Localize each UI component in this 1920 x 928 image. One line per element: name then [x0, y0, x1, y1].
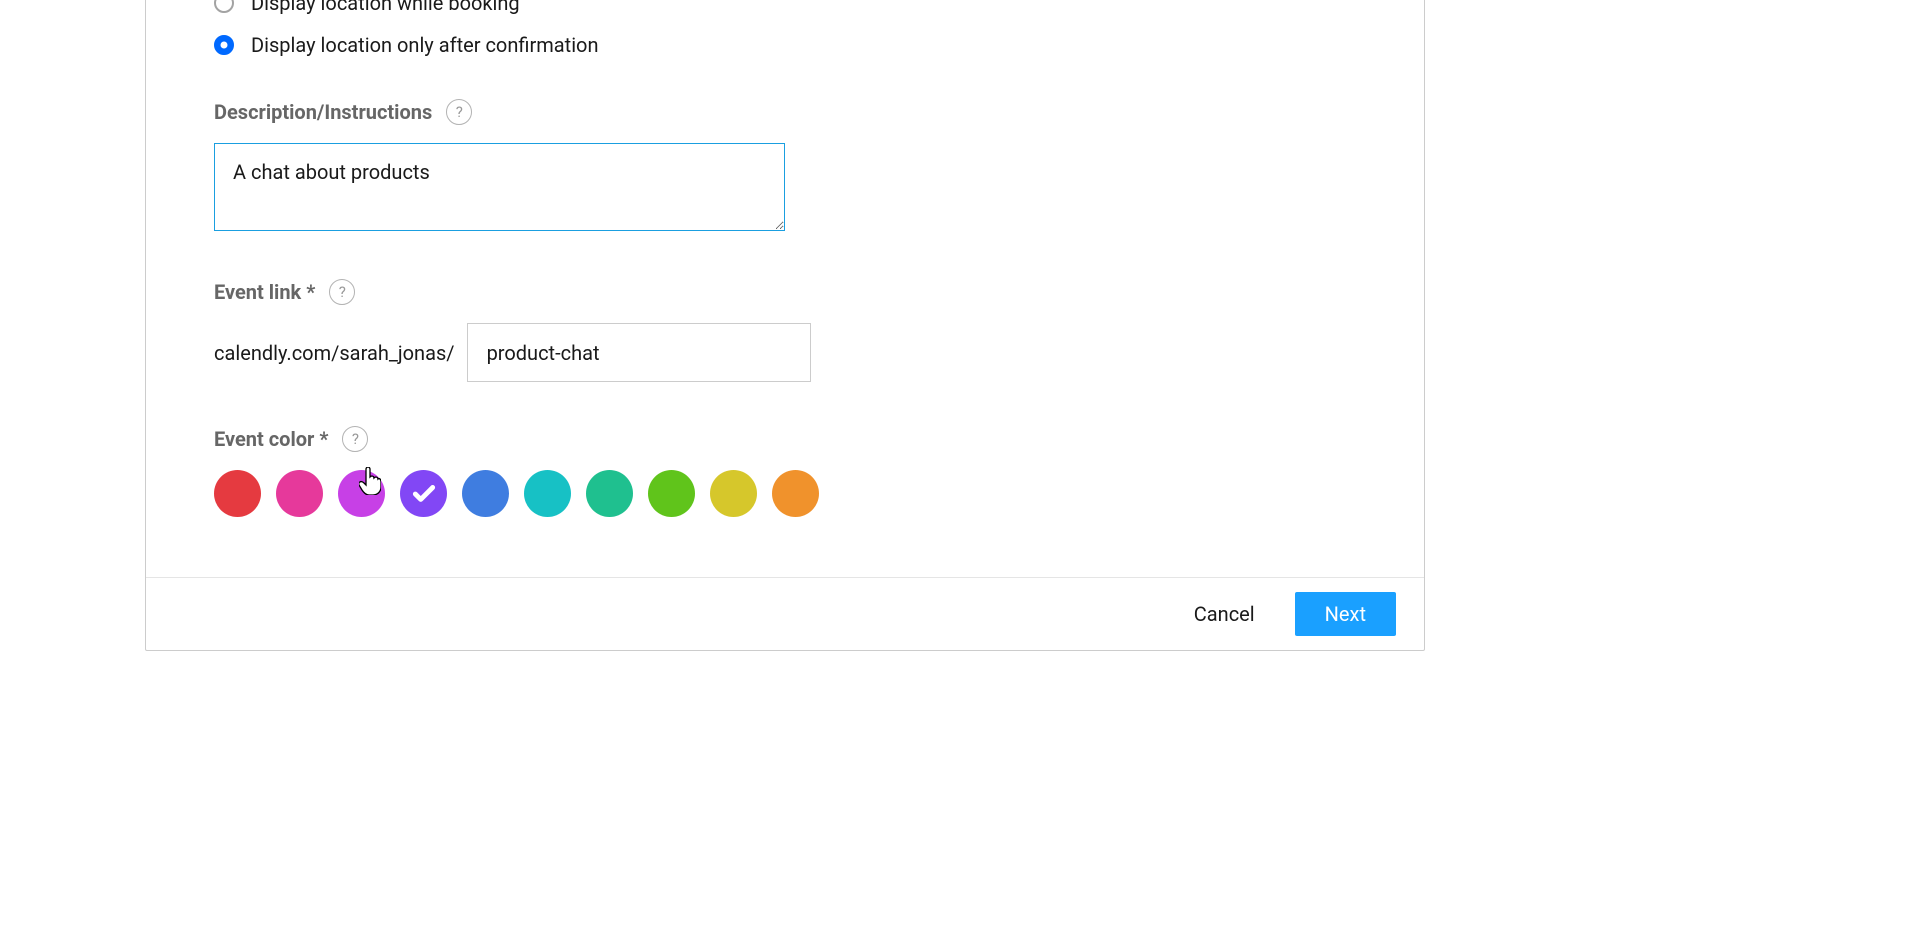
event-link-row: calendly.com/sarah_jonas/ — [214, 323, 1356, 382]
radio-icon — [214, 0, 234, 13]
color-swatch-red[interactable] — [214, 470, 261, 517]
panel-footer: Cancel Next — [146, 577, 1424, 650]
cancel-button[interactable]: Cancel — [1180, 592, 1269, 636]
description-label: Description/Instructions — [214, 100, 432, 124]
color-swatch-pink[interactable] — [276, 470, 323, 517]
location-display-radio-group: Display location while booking Display l… — [214, 0, 1356, 57]
event-settings-panel: Display location while booking Display l… — [145, 0, 1425, 651]
event-link-prefix: calendly.com/sarah_jonas/ — [214, 341, 455, 365]
radio-label: Display location only after confirmation — [251, 33, 599, 57]
color-swatch-purple[interactable] — [400, 470, 447, 517]
color-swatch-orange[interactable] — [772, 470, 819, 517]
color-swatch-lime[interactable] — [648, 470, 695, 517]
event-link-input[interactable] — [467, 323, 811, 382]
help-icon[interactable]: ? — [329, 279, 355, 305]
check-icon — [411, 481, 437, 507]
radio-label: Display location while booking — [251, 0, 520, 15]
help-icon[interactable]: ? — [446, 99, 472, 125]
color-swatch-teal[interactable] — [524, 470, 571, 517]
color-swatch-green[interactable] — [586, 470, 633, 517]
help-icon[interactable]: ? — [342, 426, 368, 452]
color-swatch-magenta[interactable] — [338, 470, 385, 517]
radio-display-after-confirmation[interactable]: Display location only after confirmation — [214, 33, 1356, 57]
radio-icon-selected — [214, 35, 234, 55]
description-textarea[interactable] — [214, 143, 785, 231]
color-swatch-yellow[interactable] — [710, 470, 757, 517]
event-color-label-row: Event color * ? — [214, 426, 1356, 452]
event-color-label: Event color * — [214, 427, 328, 451]
next-button[interactable]: Next — [1295, 592, 1396, 636]
event-link-label: Event link * — [214, 280, 315, 304]
event-link-label-row: Event link * ? — [214, 279, 1356, 305]
color-swatch-blue[interactable] — [462, 470, 509, 517]
color-swatch-row — [214, 470, 1356, 517]
radio-display-while-booking[interactable]: Display location while booking — [214, 0, 1356, 15]
panel-content: Display location while booking Display l… — [146, 0, 1424, 577]
description-label-row: Description/Instructions ? — [214, 99, 1356, 125]
description-wrapper — [214, 143, 1356, 235]
